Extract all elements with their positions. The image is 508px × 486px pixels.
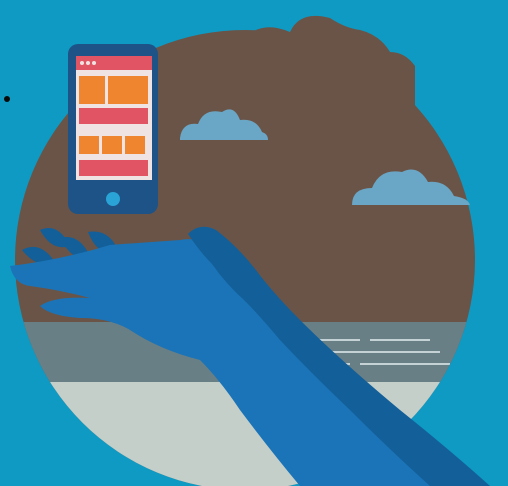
screen-block: [125, 136, 145, 154]
screen-block: [108, 76, 148, 104]
phone-icon: [68, 44, 158, 214]
bullet-dot: [4, 96, 10, 102]
screen-block: [79, 76, 105, 104]
screen-block: [79, 136, 99, 154]
screen-block: [79, 160, 148, 176]
home-button-icon: [106, 192, 120, 206]
illustration-scene: [0, 0, 508, 486]
screen-block: [102, 136, 122, 154]
screen-block: [79, 108, 148, 124]
illustration-svg: [4, 15, 490, 486]
